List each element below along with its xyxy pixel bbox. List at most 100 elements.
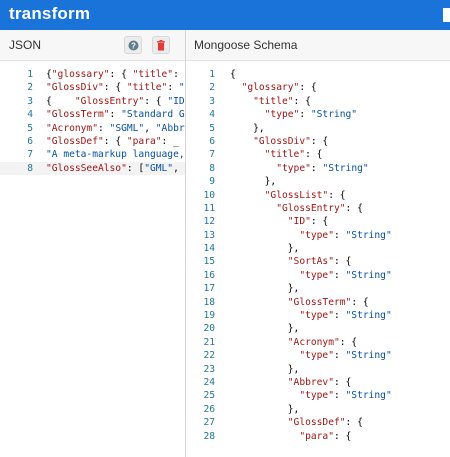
code-text: "GlossTerm": {	[287, 296, 369, 308]
code-text: "Acronym": "SGML", "Abbr	[46, 122, 185, 134]
code-line[interactable]: 19 "type": "String"	[186, 309, 450, 322]
code-line[interactable]: 16 "type": "String"	[186, 269, 450, 282]
code-text: "type": "String"	[299, 390, 392, 402]
code-text: "title": {	[253, 95, 311, 107]
line-number: 4	[209, 109, 215, 121]
line-number: 14	[203, 243, 215, 255]
code-text: },	[230, 323, 300, 335]
code-line[interactable]: 15 "SortAs": {	[186, 255, 450, 268]
code-line[interactable]: 3 { "GlossEntry": { "ID"	[0, 95, 185, 108]
code-line[interactable]: 26 },	[186, 403, 450, 416]
code-line[interactable]: 27 "GlossDef": {	[186, 416, 450, 429]
code-line[interactable]: 8 "type": "String"	[186, 162, 450, 175]
code-line[interactable]: 12 "ID": {	[186, 215, 450, 228]
header-corner-box	[443, 8, 450, 22]
clear-button[interactable]	[152, 36, 170, 54]
line-number: 17	[203, 283, 215, 295]
line-number: 3	[27, 95, 33, 107]
code-text: "Acronym": {	[287, 336, 358, 348]
line-number: 22	[203, 350, 215, 362]
code-line[interactable]: 28 "para": {	[186, 430, 450, 443]
line-number: 19	[203, 310, 215, 322]
code-line[interactable]: 6 "GlossDiv": {	[186, 135, 450, 148]
line-number: 9	[209, 176, 215, 188]
app-header: transform	[0, 0, 450, 30]
schema-editor[interactable]: 1{2 "glossary": {3 "title": {4 "type": "…	[186, 68, 450, 457]
code-line[interactable]: 1{	[186, 68, 450, 81]
json-panel-title: JSON	[9, 38, 42, 52]
help-circle-icon: ?	[128, 40, 138, 50]
line-number: 7	[27, 149, 33, 161]
trash-icon	[157, 39, 165, 50]
schema-panel-title: Mongoose Schema	[194, 38, 298, 52]
line-number: 13	[203, 229, 215, 241]
code-line[interactable]: 1 {"glossary": { "title": "	[0, 68, 185, 81]
code-line[interactable]: 8 "GlossSeeAlso": ["GML",	[0, 161, 185, 176]
code-text: "GlossDef": { "para": _	[46, 135, 179, 147]
line-number: 8	[209, 162, 215, 174]
code-line[interactable]: 10 "GlossList": {	[186, 189, 450, 202]
line-number: 16	[203, 269, 215, 281]
line-number: 15	[203, 256, 215, 268]
line-number: 5	[27, 122, 33, 134]
code-line[interactable]: 25 "type": "String"	[186, 389, 450, 402]
code-line[interactable]: 2 "glossary": {	[186, 81, 450, 94]
code-line[interactable]: 21 "Acronym": {	[186, 336, 450, 349]
code-line[interactable]: 13 "type": "String"	[186, 229, 450, 242]
code-line[interactable]: 22 "type": "String"	[186, 349, 450, 362]
code-text: "type": "String"	[299, 269, 392, 281]
app-title: transform	[9, 4, 91, 23]
json-panel-header: JSON ?	[0, 30, 185, 61]
code-text: "ID": {	[287, 216, 329, 228]
code-text: },	[230, 283, 300, 295]
code-text: { "GlossEntry": { "ID"	[46, 95, 185, 107]
code-text: "type": "String"	[299, 229, 392, 241]
code-line[interactable]: 18 "GlossTerm": {	[186, 296, 450, 309]
code-text: "SortAs": {	[287, 256, 352, 268]
line-number: 5	[209, 122, 215, 134]
code-line[interactable]: 5 },	[186, 122, 450, 135]
code-line[interactable]: 4 "type": "String"	[186, 108, 450, 121]
help-button[interactable]: ?	[124, 36, 142, 54]
code-line[interactable]: 7 "A meta-markup language,	[0, 148, 185, 161]
code-text: },	[230, 403, 300, 415]
line-number: 25	[203, 390, 215, 402]
code-line[interactable]: 4 "GlossTerm": "Standard G	[0, 108, 185, 121]
json-editor[interactable]: 1 {"glossary": { "title": " 2 "GlossDiv": {…	[0, 68, 185, 457]
line-number: 24	[203, 376, 215, 388]
line-number: 4	[27, 109, 33, 121]
code-line[interactable]: 11 "GlossEntry": {	[186, 202, 450, 215]
line-number: 12	[203, 216, 215, 228]
code-text: "GlossSeeAlso": ["GML",	[46, 162, 179, 174]
code-line[interactable]: 6 "GlossDef": { "para": _	[0, 135, 185, 148]
code-line[interactable]: 9 },	[186, 175, 450, 188]
code-text: "GlossDef": {	[287, 417, 363, 429]
code-line[interactable]: 2 "GlossDiv": { "title": "S	[0, 81, 185, 94]
line-number: 7	[209, 149, 215, 161]
line-number: 21	[203, 336, 215, 348]
code-line[interactable]: 14 },	[186, 242, 450, 255]
code-line[interactable]: 23 },	[186, 363, 450, 376]
code-text: "type": "String"	[299, 350, 392, 362]
code-line[interactable]: 3 "title": {	[186, 95, 450, 108]
line-number: 6	[209, 135, 215, 147]
code-text: "GlossList": {	[264, 189, 346, 201]
code-text: "GlossDiv": { "title": "S	[46, 82, 185, 94]
line-number: 20	[203, 323, 215, 335]
code-line[interactable]: 5 "Acronym": "SGML", "Abbr	[0, 122, 185, 135]
code-line[interactable]: 24 "Abbrev": {	[186, 376, 450, 389]
code-line[interactable]: 17 },	[186, 282, 450, 295]
line-number: 1	[209, 69, 215, 80]
code-text: "title": {	[264, 149, 323, 161]
line-number: 8	[27, 162, 33, 174]
line-number: 11	[203, 202, 215, 214]
line-number: 26	[203, 403, 215, 415]
code-text: {"glossary": { "title": "	[46, 69, 185, 80]
code-text: "GlossTerm": "Standard G	[46, 109, 185, 121]
code-text: {	[230, 69, 236, 80]
code-line[interactable]: 20 },	[186, 322, 450, 335]
line-number: 1	[27, 69, 33, 80]
code-line[interactable]: 7 "title": {	[186, 148, 450, 161]
code-text: "GlossDiv": {	[253, 135, 329, 147]
code-text: },	[230, 122, 265, 134]
